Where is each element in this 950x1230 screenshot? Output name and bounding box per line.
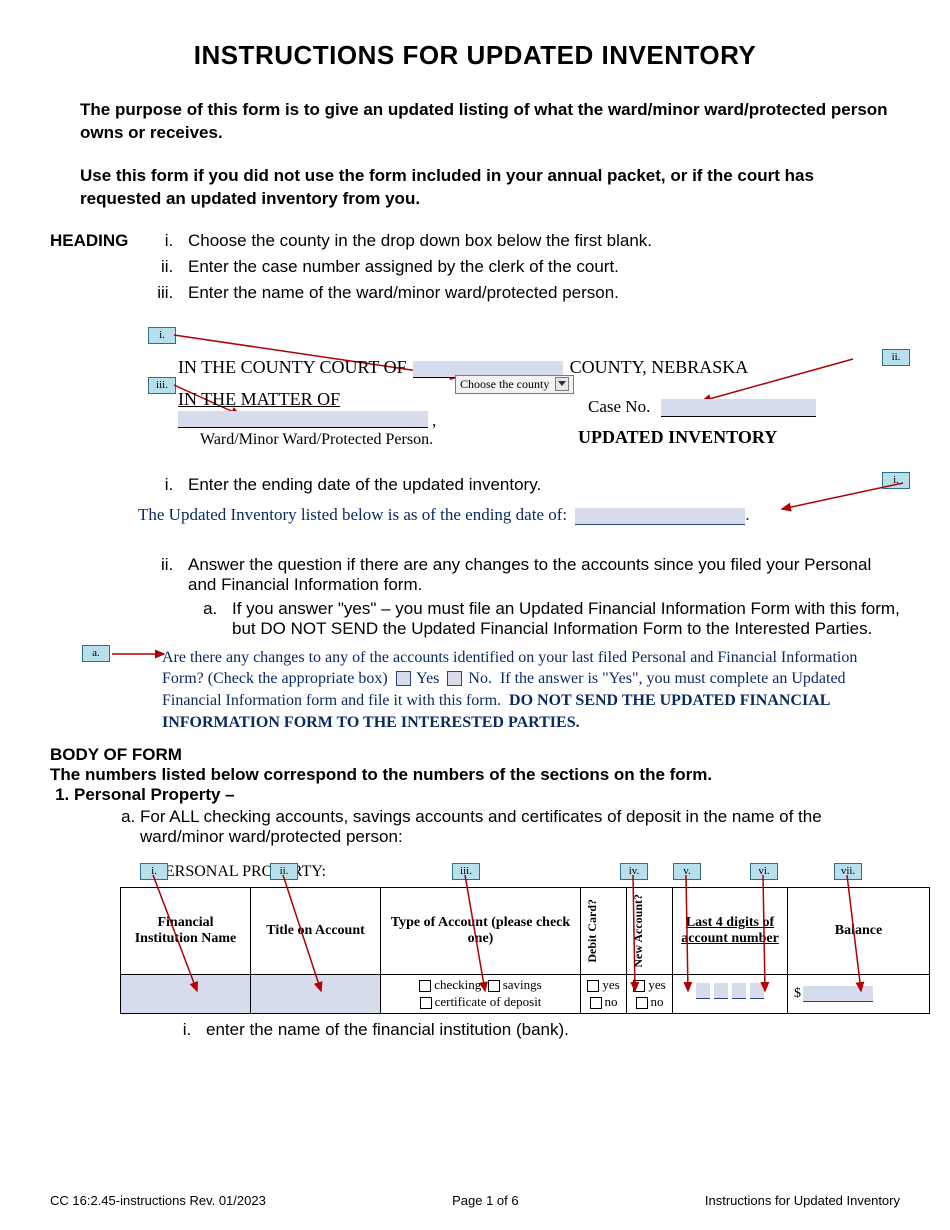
cell-balance[interactable]: $ <box>788 974 930 1013</box>
heading-step-iii: Enter the name of the ward/minor ward/pr… <box>178 283 652 303</box>
callout-ii: ii. <box>882 349 910 366</box>
cell-debit-card[interactable]: yes no <box>581 974 627 1013</box>
intro-usage: Use this form if you did not use the for… <box>80 165 890 211</box>
callout-table-vii: vii. <box>834 863 862 880</box>
heading-step-i: Choose the county in the drop down box b… <box>178 231 652 251</box>
th-type-of-account: Type of Account (please check one) <box>381 888 581 975</box>
county-dropdown-label: Choose the county <box>460 377 549 392</box>
case-no-label: Case No. <box>588 397 650 416</box>
callout-table-ii: ii. <box>270 863 298 880</box>
th-title-on-account: Title on Account <box>251 888 381 975</box>
ward-name-blank[interactable] <box>178 411 428 428</box>
th-last4: Last 4 digits of account number <box>673 888 788 975</box>
county-dropdown[interactable]: Choose the county <box>455 375 574 394</box>
form-heading-illustration: i. iii. ii. IN THE COUNTY COURT OF COUNT… <box>138 327 900 443</box>
case-no-blank[interactable] <box>661 399 816 417</box>
cell-new-account[interactable]: yes no <box>627 974 673 1013</box>
callout-table-v: v. <box>673 863 701 880</box>
page-title: INSTRUCTIONS FOR UPDATED INVENTORY <box>50 40 900 71</box>
heading-step-ii: Enter the case number assigned by the cl… <box>178 257 652 277</box>
changes-no-checkbox[interactable] <box>447 671 462 686</box>
th-debit-card: Debit Card? <box>585 895 600 967</box>
th-new-account: New Account? <box>631 890 646 972</box>
footer-left: CC 16:2.45-instructions Rev. 01/2023 <box>50 1193 266 1208</box>
table-instruction-i: enter the name of the financial institut… <box>196 1020 930 1040</box>
changes-yes-label: Yes <box>416 670 439 687</box>
th-balance: Balance <box>788 888 930 975</box>
footer-right: Instructions for Updated Inventory <box>705 1193 900 1208</box>
intro-purpose: The purpose of this form is to give an u… <box>80 99 890 145</box>
cell-last4[interactable] <box>673 974 788 1013</box>
ending-date-blank[interactable] <box>575 508 745 525</box>
matter-line: IN THE MATTER OF <box>178 389 340 410</box>
personal-property-title: 1. PERSONAL PROPERTY: <box>140 863 930 881</box>
callout-table-i: i. <box>140 863 168 880</box>
personal-property-table: Financial Institution Name Title on Acco… <box>120 887 930 1013</box>
updated-inventory-heading: UPDATED INVENTORY <box>578 427 777 448</box>
cell-type-of-account[interactable]: checking savings certificate of deposit <box>381 974 581 1013</box>
county-line-suffix: COUNTY, NEBRASKA <box>570 357 749 377</box>
callout-table-vi: vi. <box>750 863 778 880</box>
callout-a: a. <box>82 645 110 662</box>
footer-center: Page 1 of 6 <box>452 1193 519 1208</box>
body-heading: BODY OF FORM <box>50 745 900 765</box>
county-line-prefix: IN THE COUNTY COURT OF <box>178 357 407 377</box>
mid-step-ii-a: If you answer "yes" – you must file an U… <box>222 599 900 639</box>
heading-label: HEADING <box>50 231 138 309</box>
mid-step-ii: Answer the question if there are any cha… <box>178 555 900 639</box>
body-subheading: The numbers listed below correspond to t… <box>50 765 900 785</box>
chevron-down-icon[interactable] <box>555 377 569 391</box>
body-section-1: Personal Property – <box>74 785 900 805</box>
callout-table-iv: iv. <box>620 863 648 880</box>
ward-caption: Ward/Minor Ward/Protected Person. <box>200 431 433 449</box>
callout-table-iii: iii. <box>452 863 480 880</box>
ending-date-text: The Updated Inventory listed below is as… <box>138 505 567 524</box>
cell-financial-institution[interactable] <box>121 974 251 1013</box>
callout-i: i. <box>148 327 176 344</box>
cell-title-on-account[interactable] <box>251 974 381 1013</box>
mid-step-i: Enter the ending date of the updated inv… <box>178 475 900 495</box>
th-financial-institution: Financial Institution Name <box>121 888 251 975</box>
callout-iii: iii. <box>148 377 176 394</box>
changes-no-label: No. <box>468 670 492 687</box>
changes-yes-checkbox[interactable] <box>396 671 411 686</box>
callout-i-ending: i. <box>882 472 910 489</box>
body-section-1a: For ALL checking accounts, savings accou… <box>140 807 900 847</box>
